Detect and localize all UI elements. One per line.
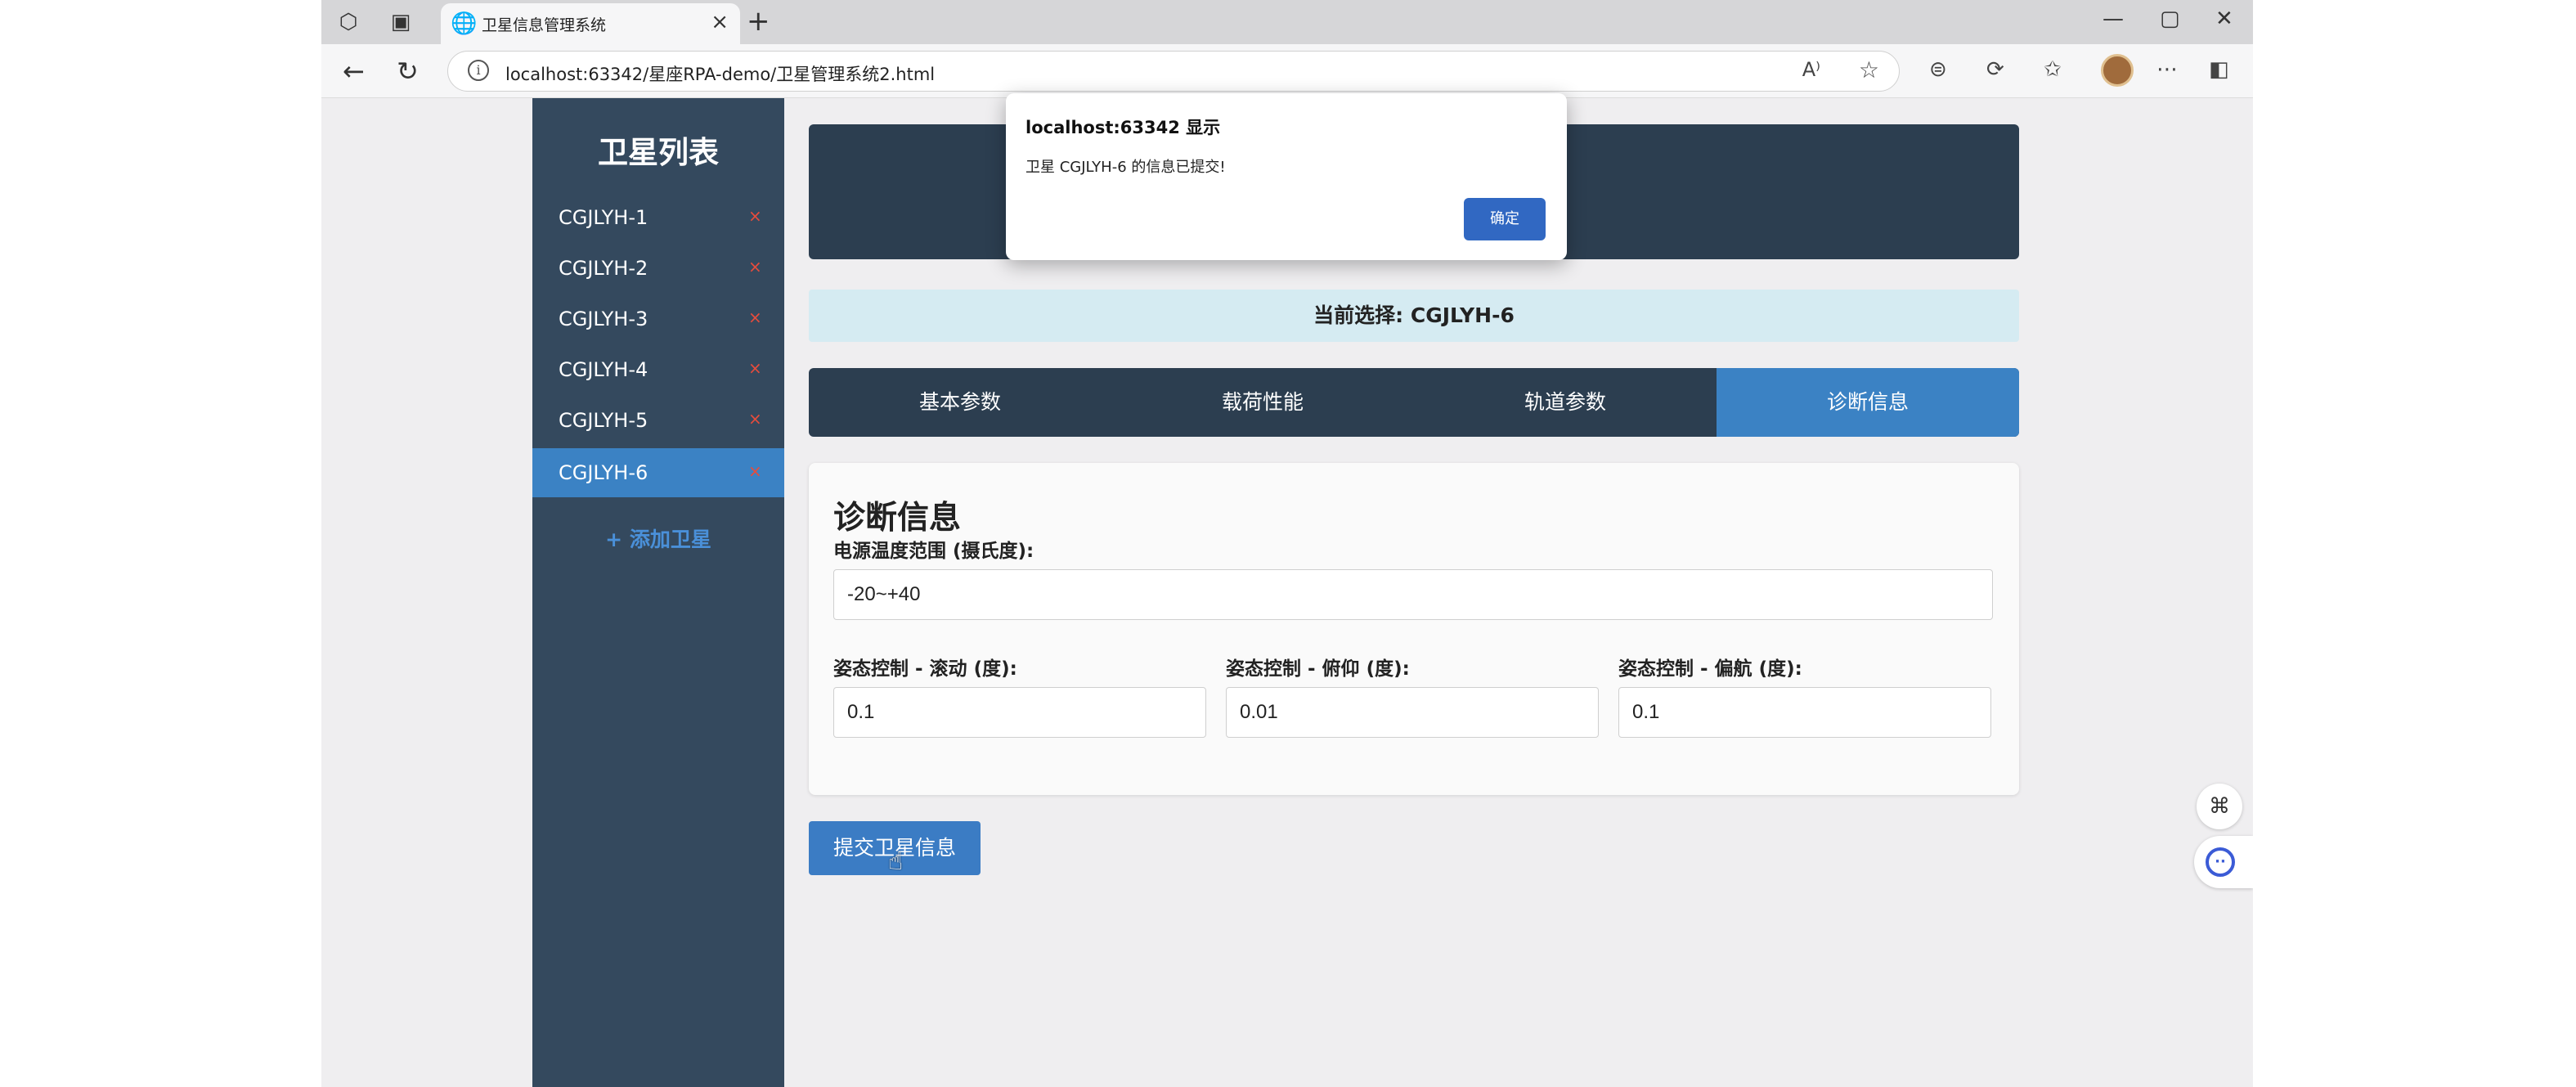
url-text: localhost:63342/星座RPA-demo/卫星管理系统2.html [505,65,936,84]
more-menu-icon[interactable]: ⋯ [2156,57,2178,82]
satellite-item[interactable]: CGJLYH-1 × [532,193,784,242]
tab-basic-params[interactable]: 基本参数 [809,368,1111,437]
satellite-name: CGJLYH-4 [559,358,648,381]
delete-satellite-icon[interactable]: × [748,358,762,378]
assistant-button[interactable]: ·· [2194,836,2253,888]
extension-icon[interactable]: ⊜ [1929,57,1947,82]
tab-close-icon[interactable]: × [711,10,729,34]
pitch-input[interactable]: 0.01 [1226,687,1599,738]
tab-bar: ⬡ ▣ 🌐 卫星信息管理系统 × + — ▢ ✕ [321,0,2253,44]
delete-satellite-icon[interactable]: × [748,461,762,481]
satellite-name: CGJLYH-3 [559,308,648,330]
assistant-icon: ·· [2206,847,2235,877]
delete-satellite-icon[interactable]: × [748,206,762,226]
satellite-name: CGJLYH-5 [559,409,648,432]
tab-actions-icon[interactable]: ▣ [387,8,415,36]
current-selection-banner: 当前选择: CGJLYH-6 [809,290,2019,342]
roll-input[interactable]: 0.1 [833,687,1206,738]
read-aloud-icon[interactable]: A⁾ [1802,58,1820,81]
favorites-icon[interactable]: ✩ [2044,57,2062,82]
back-icon[interactable]: ← [343,56,365,87]
workspaces-icon[interactable]: ⬡ [334,8,362,36]
minimize-icon[interactable]: — [2103,7,2124,31]
dialog-message: 卫星 CGJLYH-6 的信息已提交! [1025,159,1226,176]
satellite-item[interactable]: CGJLYH-4 × [532,345,784,394]
satellite-item[interactable]: CGJLYH-3 × [532,294,784,344]
param-tabs: 基本参数 载荷性能 轨道参数 诊断信息 [809,368,2019,437]
tab-orbit-params[interactable]: 轨道参数 [1414,368,1717,437]
pitch-label: 姿态控制 - 俯仰 (度): [1226,658,1410,680]
yaw-label: 姿态控制 - 偏航 (度): [1618,658,1802,680]
favorite-star-icon[interactable]: ☆ [1859,56,1879,83]
browser-tab[interactable]: 🌐 卫星信息管理系统 × [441,3,740,44]
yaw-input[interactable]: 0.1 [1618,687,1991,738]
dialog-title: localhost:63342 显示 [1025,118,1221,137]
tab-diagnostics[interactable]: 诊断信息 [1717,368,2019,437]
new-tab-button[interactable]: + [747,5,770,38]
url-field[interactable]: i localhost:63342/星座RPA-demo/卫星管理系统2.htm… [447,51,1900,92]
restore-icon[interactable]: ▢ [2160,7,2180,31]
tab-payload-performance[interactable]: 载荷性能 [1111,368,1414,437]
alert-dialog: localhost:63342 显示 卫星 CGJLYH-6 的信息已提交! 确… [1006,93,1567,260]
delete-satellite-icon[interactable]: × [748,308,762,327]
tab-title: 卫星信息管理系统 [482,16,607,34]
site-info-icon[interactable]: i [468,60,489,81]
satellite-item[interactable]: CGJLYH-5 × [532,396,784,445]
satellite-item-active[interactable]: CGJLYH-6 × [532,448,784,497]
sidebar-title: 卫星列表 [598,135,719,170]
satellite-name: CGJLYH-2 [559,257,648,280]
performance-icon[interactable]: ⟳ [1986,57,2004,82]
satellite-item[interactable]: CGJLYH-2 × [532,244,784,293]
refresh-icon[interactable]: ↻ [397,56,419,87]
mouse-cursor-icon: ☝ [888,847,904,876]
satellite-name: CGJLYH-6 [559,461,648,484]
profile-avatar[interactable] [2101,54,2134,87]
sidebar-toggle-icon[interactable]: ◧ [2209,57,2229,82]
diagnostics-form: 诊断信息 电源温度范围 (摄氏度): -20~+40 姿态控制 - 滚动 (度)… [809,463,2019,795]
satellite-sidebar: 卫星列表 CGJLYH-1 × CGJLYH-2 × CGJLYH-3 × CG… [532,98,784,1087]
window-close-icon[interactable]: ✕ [2215,7,2233,31]
satellite-name: CGJLYH-1 [559,206,648,229]
shortcut-icon[interactable]: ⌘ [2197,784,2242,829]
delete-satellite-icon[interactable]: × [748,409,762,429]
globe-icon: 🌐 [451,11,478,36]
power-temp-label: 电源温度范围 (摄氏度): [833,541,1034,562]
delete-satellite-icon[interactable]: × [748,257,762,276]
dialog-ok-button[interactable]: 确定 [1464,198,1546,240]
roll-label: 姿态控制 - 滚动 (度): [833,658,1017,680]
browser-window: ⬡ ▣ 🌐 卫星信息管理系统 × + — ▢ ✕ ← ↻ i localhost… [321,0,2253,1087]
address-bar: ← ↻ i localhost:63342/星座RPA-demo/卫星管理系统2… [321,44,2253,98]
power-temp-input[interactable]: -20~+40 [833,569,1993,620]
add-satellite-button[interactable]: + 添加卫星 [532,523,784,553]
form-title: 诊断信息 [833,500,962,537]
